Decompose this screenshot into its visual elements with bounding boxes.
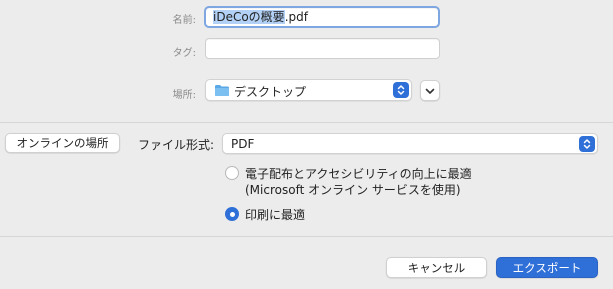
format-label: ファイル形式: bbox=[138, 138, 215, 152]
radio-print-label: 印刷に最適 bbox=[245, 208, 306, 222]
expand-button[interactable] bbox=[420, 80, 440, 101]
name-field-text: iDeCoの概要.pdf bbox=[213, 10, 308, 24]
radio-accessibility-label-line1: 電子配布とアクセシビリティの向上に最適 bbox=[245, 167, 472, 181]
radio-print[interactable] bbox=[225, 207, 239, 221]
online-place-button[interactable]: オンラインの場所 bbox=[5, 133, 120, 153]
format-popup[interactable]: PDF bbox=[222, 133, 598, 154]
radio-accessibility-label-line2: (Microsoft オンライン サービスを使用) bbox=[245, 183, 461, 197]
name-extension-text: .pdf bbox=[284, 10, 308, 24]
top-divider bbox=[0, 122, 613, 123]
chevron-down-icon bbox=[425, 84, 435, 98]
location-popup[interactable]: デスクトップ bbox=[205, 79, 412, 101]
stepper-icon bbox=[393, 82, 409, 98]
tags-label: タグ: bbox=[172, 48, 196, 59]
export-button[interactable]: エクスポート bbox=[496, 257, 598, 278]
tags-field[interactable] bbox=[205, 38, 440, 59]
location-label: 場所: bbox=[172, 90, 196, 101]
name-field[interactable]: iDeCoの概要.pdf bbox=[204, 6, 440, 28]
stepper-icon bbox=[579, 136, 595, 152]
name-selected-text: iDeCoの概要 bbox=[213, 10, 285, 24]
cancel-button[interactable]: キャンセル bbox=[386, 257, 487, 278]
format-value: PDF bbox=[231, 137, 255, 151]
location-value: デスクトップ bbox=[234, 85, 307, 99]
radio-accessibility[interactable] bbox=[225, 166, 239, 180]
bottom-divider bbox=[0, 236, 613, 237]
name-label: 名前: bbox=[172, 15, 196, 26]
folder-icon bbox=[214, 84, 230, 97]
